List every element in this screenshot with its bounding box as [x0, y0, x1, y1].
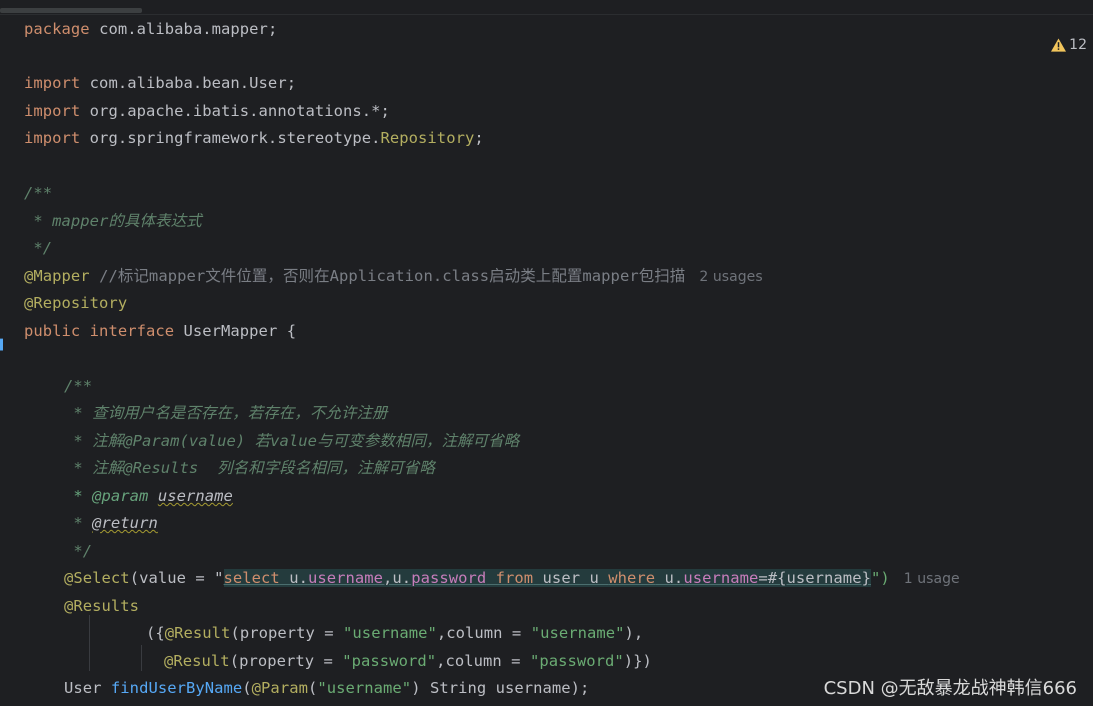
indent-guide [141, 645, 142, 671]
doc-comment-line: */ [24, 239, 53, 257]
string-literal: "password" [342, 652, 437, 670]
code-text: UserMapper { [174, 322, 297, 340]
sql-keyword: where [608, 569, 656, 587]
doc-comment-param-line: * @param username [64, 483, 233, 510]
code-text: org.apache.ibatis.annotations.*; [80, 102, 390, 120]
code-line-select: @Select(value = "select u.username,u.pas… [64, 565, 960, 592]
code-editor[interactable]: 12 package com.alibaba.mapper; import co… [0, 15, 1093, 706]
sql-text: u. [279, 569, 308, 587]
sql-column: password [411, 569, 487, 587]
string-quote: ") [870, 569, 890, 587]
annotation: @Mapper [24, 267, 90, 285]
code-line-package: package com.alibaba.mapper; [24, 16, 277, 43]
sql-keyword: from [486, 569, 534, 587]
doc-comment-line: /** [64, 377, 93, 395]
method-name[interactable]: findUserByName [111, 679, 242, 697]
sql-keyword: select [223, 569, 280, 587]
code-text: )}) [623, 652, 652, 670]
code-line-import: import org.springframework.stereotype.Re… [24, 125, 484, 152]
indent-guide [89, 615, 90, 671]
code-text: ; [474, 129, 484, 147]
annotation: @Select [64, 569, 130, 587]
code-text: ( [242, 679, 252, 697]
line-comment: //标记mapper文件位置，否则在Application.class启动类上配… [89, 267, 686, 285]
code-text: ,column = [436, 652, 530, 670]
sql-text: ,u. [383, 569, 412, 587]
code-line-result-username: ({@Result(property = "username",column =… [146, 620, 643, 647]
doc-comment-line: * mapper的具体表达式 [24, 212, 202, 230]
code-text: ) String username); [411, 679, 590, 697]
keyword: import [24, 74, 81, 92]
doc-tag: * @param [64, 487, 149, 505]
string-literal: "username" [530, 624, 625, 642]
doc-comment-return-line: * @return [64, 510, 158, 537]
doc-comment-line: * 注解@Results 列名和字段名相同，注解可省略 [64, 459, 435, 477]
sql-text: user u [533, 569, 609, 587]
code-line-repository-annotation: @Repository [24, 290, 127, 317]
warning-icon [1051, 38, 1067, 52]
string-literal: "username" [343, 624, 437, 642]
annotation: @Result [164, 624, 231, 642]
code-text: ( [307, 679, 318, 697]
code-line-results: @Results [64, 593, 139, 620]
string-literal: "username" [317, 679, 412, 697]
class-reference: Repository [380, 129, 475, 147]
sql-text: =#{username} [758, 569, 871, 587]
tab-scroll-bar[interactable] [0, 0, 1093, 15]
doc-comment-line: /** [24, 184, 53, 202]
code-text: org.springframework.stereotype. [80, 129, 381, 147]
doc-comment-line: */ [64, 542, 93, 560]
keyword: import [24, 129, 81, 147]
code-line-import: import org.apache.ibatis.annotations.*; [24, 98, 390, 125]
code-text: com.alibaba.bean.User; [80, 74, 297, 92]
keyword: public [24, 322, 81, 340]
doc-tag: @return [92, 514, 158, 532]
keyword: interface [80, 322, 175, 340]
usages-hint[interactable]: 1 usage [904, 571, 960, 587]
code-line-result-password: @Result(property = "password",column = "… [164, 648, 652, 675]
code-text: (property = [230, 624, 344, 642]
code-line-import: import com.alibaba.bean.User; [24, 70, 296, 97]
code-text: (value = " [129, 569, 224, 587]
implementation-gutter-icon[interactable]: ▌ [0, 340, 6, 352]
usages-hint[interactable]: 2 usages [699, 269, 762, 285]
code-text: (property = [229, 652, 343, 670]
warning-count: 12 [1069, 37, 1087, 53]
sql-text: u. [655, 569, 684, 587]
doc-comment-text: * [64, 514, 93, 532]
code-line-interface: public interface UserMapper { [24, 318, 296, 345]
csdn-watermark: CSDN @无敌暴龙战神韩信666 [823, 678, 1077, 699]
code-line-method: User findUserByName(@Param("username") S… [64, 675, 589, 702]
code-text: User [64, 679, 111, 697]
annotation: @Param [251, 679, 308, 697]
annotation: @Results [64, 597, 140, 615]
inspection-widget[interactable]: 12 [1051, 35, 1087, 55]
doc-comment-line: * 查询用户名是否存在，若存在，不允许注册 [64, 404, 388, 422]
keyword: package [24, 20, 90, 38]
sql-fragment[interactable]: select u.username,u.password from user u… [223, 569, 871, 587]
string-literal: "password" [529, 652, 624, 670]
doc-param-reference[interactable]: username [158, 487, 233, 505]
code-line-mapper-annotation: @Mapper //标记mapper文件位置，否则在Application.cl… [24, 263, 763, 290]
code-text: ,column = [436, 624, 531, 642]
code-text: com.alibaba.mapper; [89, 20, 278, 38]
sql-column: username [307, 569, 384, 587]
annotation: @Result [164, 652, 230, 670]
sql-column: username [683, 569, 759, 587]
code-text: ({ [146, 624, 165, 642]
tab-scroll-thumb[interactable] [0, 8, 142, 13]
annotation: @Repository [24, 294, 128, 312]
keyword: import [24, 102, 81, 120]
doc-comment-line: * 注解@Param(value) 若value与可变参数相同，注解可省略 [64, 432, 520, 450]
code-text: ), [624, 624, 644, 642]
